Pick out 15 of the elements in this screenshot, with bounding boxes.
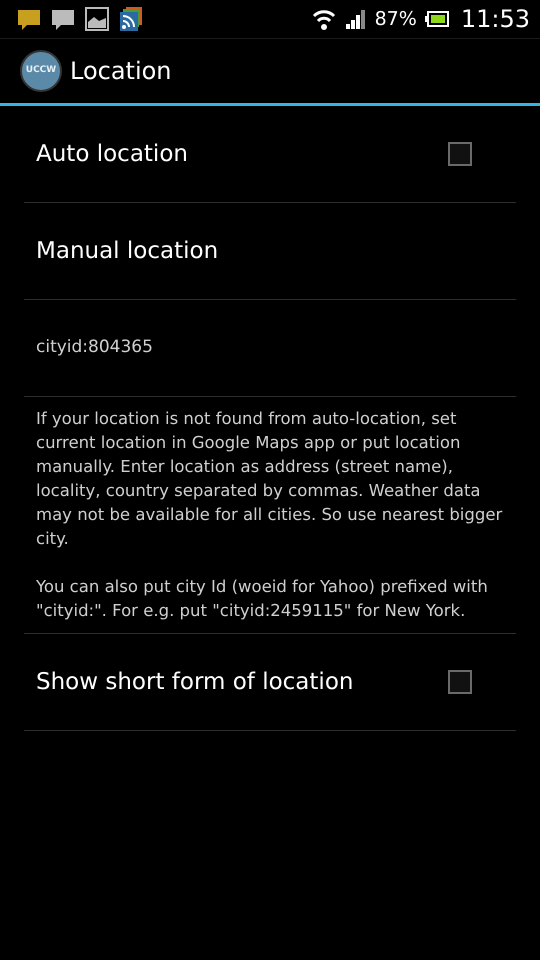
signal-icon <box>344 8 367 30</box>
preference-item[interactable]: Manual location <box>24 203 516 300</box>
checkbox[interactable] <box>448 670 472 694</box>
help-text: You can also put city Id (woeid for Yahoo) prefixed with "cityid:". For e.g. put "cityid:2459115" for New York. <box>36 576 489 622</box>
preference-item[interactable]: Auto location <box>24 106 516 203</box>
help-text: If your location is not found from auto-location, set current location in Google Maps app or put location manually. Enter location as address (street name), locality, country separated by commas. Weather data may not be available for all cities. So use nearest bigger city. <box>36 408 504 550</box>
location-value: cityid:804365 <box>36 336 153 360</box>
battery-icon <box>424 10 449 28</box>
image-icon <box>84 6 110 32</box>
battery-percent: 87% <box>374 6 417 32</box>
screen-title: Location <box>70 56 172 87</box>
preference-item[interactable]: Show short form of location <box>24 634 516 731</box>
clock: 11:53 <box>460 4 530 35</box>
checkbox[interactable] <box>448 142 472 166</box>
rss-feed-icon <box>118 6 144 32</box>
